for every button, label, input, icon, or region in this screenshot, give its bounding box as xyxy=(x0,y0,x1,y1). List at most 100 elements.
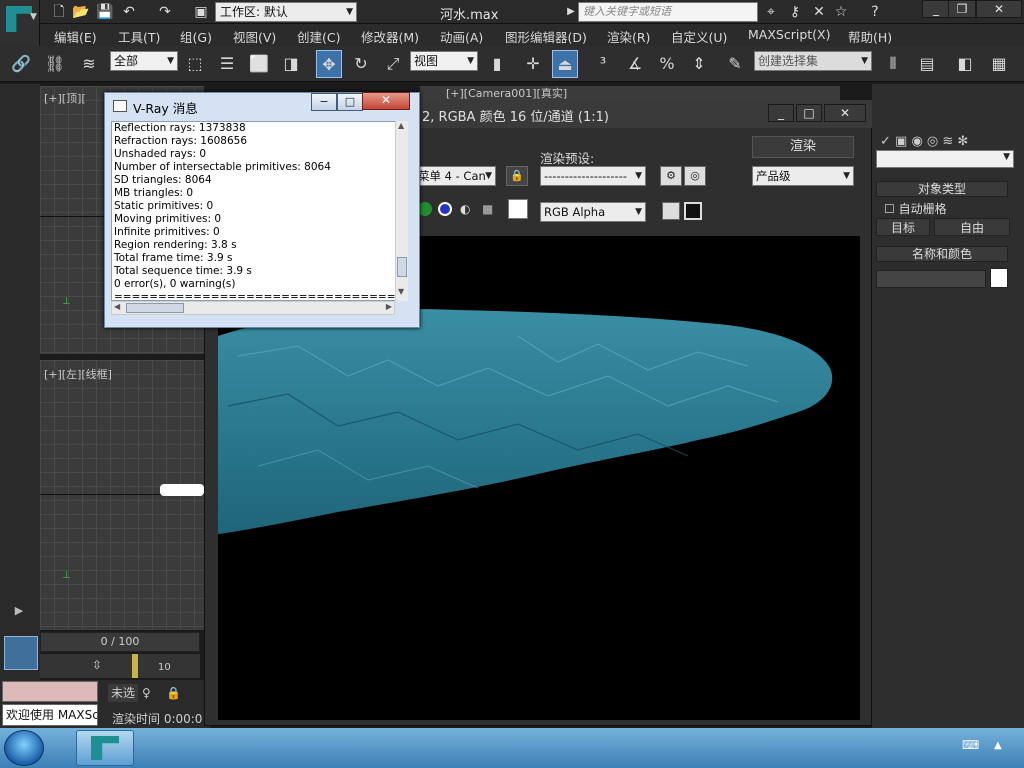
select-object-icon[interactable]: ⬚ xyxy=(182,50,208,78)
selection-filter-dropdown[interactable]: 全部 ▼ xyxy=(110,51,178,71)
menu-graph-editors[interactable]: 图形编辑器(D) xyxy=(505,27,587,46)
taskbar-3dsmax-button[interactable] xyxy=(76,730,134,766)
viewport-layout-button[interactable] xyxy=(4,636,38,670)
minimize-button[interactable]: _ xyxy=(922,0,950,18)
unlink-icon[interactable]: ⛓ xyxy=(42,50,68,78)
scroll-up-icon[interactable]: ▲ xyxy=(398,121,404,130)
edit-named-selection-icon[interactable]: ✎ xyxy=(722,50,748,78)
bind-spacewarp-icon[interactable]: ≋ xyxy=(76,50,102,78)
keyboard-shortcut-icon[interactable]: ⏏ xyxy=(552,50,578,78)
render-maximize-button[interactable]: □ xyxy=(796,104,822,122)
key-filter-icon[interactable]: ⇳ xyxy=(92,658,102,672)
object-name-input[interactable] xyxy=(876,270,986,288)
green-channel-icon[interactable] xyxy=(418,202,432,216)
restore-button[interactable]: ❐ xyxy=(948,0,976,18)
tools-icon[interactable]: ✕ xyxy=(810,3,828,21)
graphite-tools-icon[interactable]: ▦ xyxy=(986,50,1012,78)
render-button[interactable]: 渲染 xyxy=(752,136,854,158)
scroll-thumb[interactable] xyxy=(397,257,407,277)
scroll-thumb[interactable] xyxy=(126,303,184,313)
select-rotate-icon[interactable]: ↻ xyxy=(348,50,374,78)
open-file-icon[interactable]: 📂 xyxy=(72,3,90,21)
swatch-color[interactable] xyxy=(508,199,528,219)
search-input[interactable]: 键入关键字或短语 xyxy=(578,2,758,22)
align-icon[interactable]: ▤ xyxy=(914,50,940,78)
render-quality-dropdown[interactable]: 产品级 ▼ xyxy=(752,166,854,186)
menu-modifiers[interactable]: 修改器(M) xyxy=(361,27,419,46)
mirror-icon[interactable]: ⫴ xyxy=(880,50,906,78)
object-category-dropdown[interactable]: ▼ xyxy=(876,150,1014,168)
free-camera-button[interactable]: 自由 xyxy=(934,218,1010,236)
select-by-name-icon[interactable]: ☰ xyxy=(214,50,240,78)
menu-maxscript[interactable]: MAXScript(X) xyxy=(748,27,830,42)
reference-coord-dropdown[interactable]: 视图 ▼ xyxy=(410,51,478,71)
monochrome-icon[interactable]: ■ xyxy=(482,202,493,216)
object-type-rollout[interactable]: 对象类型 xyxy=(876,181,1008,197)
scroll-right-icon[interactable]: ▶ xyxy=(386,302,392,311)
undo-icon[interactable]: ↶ xyxy=(120,3,138,21)
vray-minimize-button[interactable]: − xyxy=(311,93,337,111)
select-move-icon[interactable]: ✥ xyxy=(316,50,342,78)
scroll-down-icon[interactable]: ▼ xyxy=(398,287,404,296)
close-button[interactable]: ✕ xyxy=(976,0,1022,18)
horizontal-scrollbar[interactable]: ◀ ▶ xyxy=(111,301,395,315)
snaps-toggle-icon[interactable]: ³ xyxy=(590,50,616,78)
toggle-ui-overlay-icon[interactable] xyxy=(662,202,680,220)
target-camera-button[interactable]: 目标 xyxy=(876,218,930,236)
star-icon[interactable]: ☆ xyxy=(832,3,850,21)
render-minimize-button[interactable]: _ xyxy=(768,104,794,122)
binoculars-icon[interactable]: ⌖ xyxy=(762,3,780,21)
toggle-ui-icon[interactable] xyxy=(684,202,702,220)
menu-edit[interactable]: 编辑(E) xyxy=(54,27,97,46)
object-color-swatch[interactable] xyxy=(990,268,1008,288)
start-button[interactable] xyxy=(4,730,44,766)
time-slider[interactable]: 0 / 100 xyxy=(40,632,200,652)
percent-snap-icon[interactable]: % xyxy=(654,50,680,78)
left-viewport[interactable]: [+][左][线框] ⊥ xyxy=(40,360,204,630)
tray-up-icon[interactable]: ▲ xyxy=(994,740,1002,751)
new-file-icon[interactable]: 🗋 xyxy=(50,3,68,21)
workspace-dropdown[interactable]: 工作区: 默认 ▼ xyxy=(215,2,357,22)
key-icon[interactable]: ⚷ xyxy=(786,3,804,21)
vray-log-text[interactable]: Reflection rays: 1373838 Refraction rays… xyxy=(111,121,407,301)
menu-group[interactable]: 组(G) xyxy=(180,27,212,46)
display-channel-dropdown[interactable]: RGB Alpha ▼ xyxy=(540,202,646,222)
save-icon[interactable]: 💾 xyxy=(96,3,114,21)
menu-help[interactable]: 帮助(H) xyxy=(848,27,892,46)
render-close-button[interactable]: ✕ xyxy=(824,104,866,122)
render-setup-icon[interactable]: ◎ xyxy=(684,166,706,186)
menu-views[interactable]: 视图(V) xyxy=(233,27,276,46)
play-icon[interactable]: ▶ xyxy=(10,602,28,620)
spinner-snap-icon[interactable]: ⇕ xyxy=(686,50,712,78)
project-folder-icon[interactable]: ▣ xyxy=(192,3,210,21)
scroll-left-icon[interactable]: ◀ xyxy=(114,302,120,311)
render-preset-dropdown[interactable]: -------------------- ▼ xyxy=(540,166,646,186)
menu-animation[interactable]: 动画(A) xyxy=(440,27,483,46)
help-icon[interactable]: ? xyxy=(866,3,884,21)
rectangular-selection-icon[interactable]: ⬜ xyxy=(246,50,272,78)
lock-viewport-icon[interactable]: 🔒 xyxy=(506,166,528,186)
menu-create[interactable]: 创建(C) xyxy=(297,27,340,46)
app-logo-button[interactable]: ▼ xyxy=(0,0,40,46)
redo-icon[interactable]: ↷ xyxy=(156,3,174,21)
select-scale-icon[interactable]: ⤢ xyxy=(380,50,406,78)
preset-save-icon[interactable]: ⚙ xyxy=(660,166,682,186)
track-bar[interactable]: 10 ⇳ xyxy=(40,654,200,678)
angle-snap-icon[interactable]: ∡ xyxy=(622,50,648,78)
blue-channel-icon[interactable] xyxy=(438,202,452,216)
vray-maximize-button[interactable]: □ xyxy=(337,93,363,111)
layer-manager-icon[interactable]: ◧ xyxy=(952,50,978,78)
lock-icon[interactable]: 🔒 xyxy=(166,686,181,700)
window-crossing-icon[interactable]: ◨ xyxy=(278,50,304,78)
link-icon[interactable]: 🔗 xyxy=(8,50,34,78)
alpha-channel-icon[interactable]: ◐ xyxy=(460,202,470,216)
vertical-scrollbar[interactable]: ▲ ▼ xyxy=(395,121,408,301)
select-manipulate-icon[interactable]: ✛ xyxy=(520,50,546,78)
name-color-rollout[interactable]: 名称和颜色 xyxy=(876,246,1008,262)
menu-customize[interactable]: 自定义(U) xyxy=(671,27,727,46)
named-selection-dropdown[interactable]: 创建选择集 ▼ xyxy=(754,51,872,71)
auto-grid-checkbox[interactable]: ☐ 自动栅格 xyxy=(884,200,947,217)
maxscript-listener-mini[interactable] xyxy=(2,681,98,702)
menu-rendering[interactable]: 渲染(R) xyxy=(607,27,650,46)
menu-tools[interactable]: 工具(T) xyxy=(118,27,160,46)
